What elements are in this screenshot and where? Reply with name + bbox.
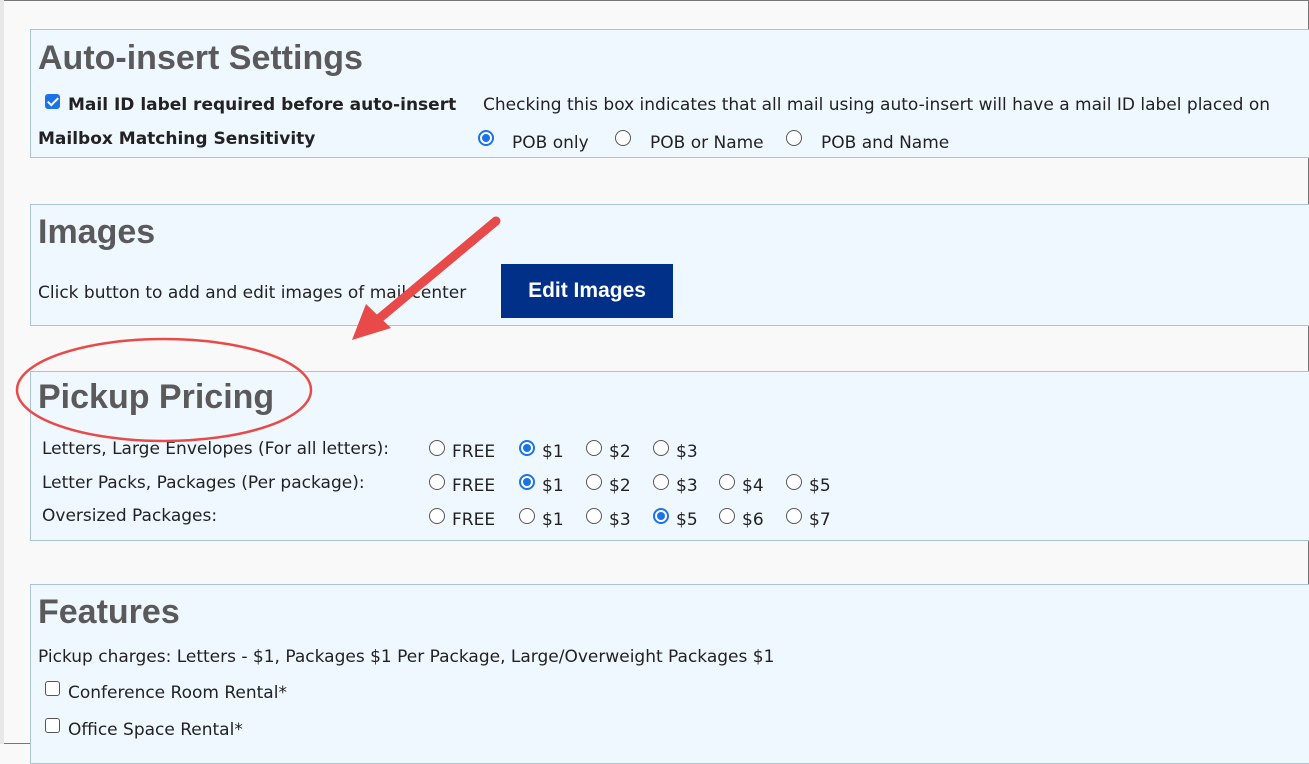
radio-pob-or-name[interactable]	[615, 130, 631, 146]
images-panel: Images Click button to add and edit imag…	[30, 204, 1309, 326]
oversized-3-label: $3	[609, 510, 631, 530]
radio-pob-only[interactable]	[478, 130, 494, 146]
letters-1-radio[interactable]	[519, 440, 535, 456]
letters-2-label: $2	[609, 442, 631, 462]
edit-images-button[interactable]: Edit Images	[501, 264, 673, 318]
features-title: Features	[38, 593, 180, 631]
mail-id-checkbox[interactable]	[45, 94, 60, 109]
packages-1-radio[interactable]	[519, 474, 535, 490]
packages-4-label: $4	[742, 476, 764, 496]
letters-free-radio[interactable]	[429, 440, 445, 456]
oversized-6-label: $6	[742, 510, 764, 530]
oversized-5-label: $5	[676, 510, 698, 530]
office-space-checkbox[interactable]	[45, 718, 60, 733]
pickup-charges-text: Pickup charges: Letters - $1, Packages $…	[38, 647, 775, 667]
oversized-1-label: $1	[542, 510, 564, 530]
images-desc: Click button to add and edit images of m…	[38, 283, 467, 303]
packages-3-label: $3	[676, 476, 698, 496]
left-edge	[0, 0, 4, 744]
conference-room-checkbox[interactable]	[45, 681, 60, 696]
radio-pob-and-name[interactable]	[786, 130, 802, 146]
oversized-7-label: $7	[809, 510, 831, 530]
pickup-pricing-panel: Pickup Pricing Letters, Large Envelopes …	[30, 371, 1309, 541]
auto-insert-panel: Auto-insert Settings Mail ID label requi…	[30, 29, 1309, 158]
mail-id-label: Mail ID label required before auto-inser…	[68, 95, 457, 115]
auto-insert-title: Auto-insert Settings	[38, 39, 363, 77]
oversized-free-radio[interactable]	[429, 508, 445, 524]
packages-2-radio[interactable]	[586, 474, 602, 490]
sensitivity-label: Mailbox Matching Sensitivity	[38, 129, 316, 149]
oversized-7-radio[interactable]	[786, 508, 802, 524]
oversized-6-radio[interactable]	[719, 508, 735, 524]
oversized-3-radio[interactable]	[586, 508, 602, 524]
pricing-row-packages-label: Letter Packs, Packages (Per package):	[42, 473, 365, 493]
packages-2-label: $2	[609, 476, 631, 496]
packages-5-label: $5	[809, 476, 831, 496]
oversized-free-label: FREE	[452, 510, 496, 530]
packages-4-radio[interactable]	[719, 474, 735, 490]
packages-5-radio[interactable]	[786, 474, 802, 490]
radio-pob-only-label: POB only	[512, 133, 589, 153]
letters-1-label: $1	[542, 442, 564, 462]
conference-room-label: Conference Room Rental*	[68, 683, 287, 703]
images-title: Images	[38, 213, 156, 251]
letters-2-radio[interactable]	[586, 440, 602, 456]
oversized-1-radio[interactable]	[519, 508, 535, 524]
packages-3-radio[interactable]	[653, 474, 669, 490]
features-panel: Features Pickup charges: Letters - $1, P…	[30, 584, 1309, 764]
letters-free-label: FREE	[452, 442, 496, 462]
radio-pob-and-name-label: POB and Name	[821, 133, 950, 153]
radio-pob-or-name-label: POB or Name	[650, 133, 764, 153]
packages-1-label: $1	[542, 476, 564, 496]
letters-3-label: $3	[676, 442, 698, 462]
packages-free-label: FREE	[452, 476, 496, 496]
pickup-pricing-title: Pickup Pricing	[38, 378, 275, 416]
packages-free-radio[interactable]	[429, 474, 445, 490]
office-space-label: Office Space Rental*	[68, 720, 243, 740]
pricing-row-oversized-label: Oversized Packages:	[42, 506, 218, 526]
pricing-row-letters-label: Letters, Large Envelopes (For all letter…	[42, 439, 390, 459]
letters-3-radio[interactable]	[653, 440, 669, 456]
oversized-5-radio[interactable]	[653, 508, 669, 524]
mail-id-desc: Checking this box indicates that all mai…	[483, 95, 1271, 115]
